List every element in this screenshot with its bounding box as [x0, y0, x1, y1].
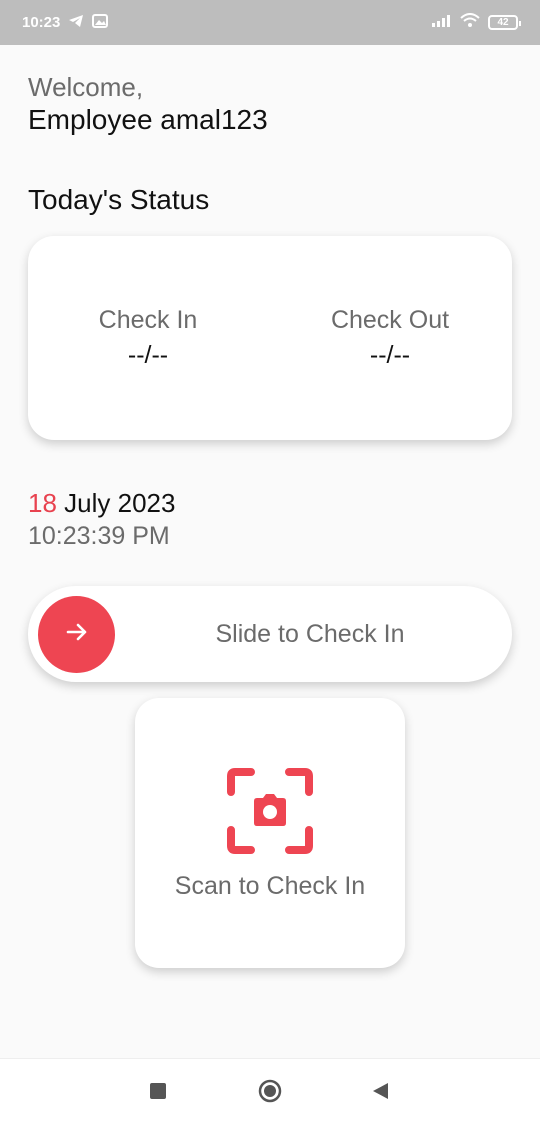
camera-scan-icon: [227, 768, 313, 854]
status-card: Check In --/-- Check Out --/--: [28, 236, 512, 440]
status-bar-left: 10:23: [22, 13, 109, 32]
check-in-column: Check In --/--: [48, 306, 248, 370]
system-nav-bar: [0, 1058, 540, 1123]
wifi-icon: [460, 13, 480, 32]
employee-name: Employee amal123: [28, 104, 268, 135]
date-month-year: July 2023: [56, 488, 176, 518]
slide-to-check-in[interactable]: Slide to Check In: [28, 586, 512, 682]
status-time: 10:23: [22, 14, 61, 31]
arrow-right-icon: [64, 619, 90, 650]
home-button[interactable]: [258, 1079, 282, 1103]
check-out-label: Check Out: [330, 306, 450, 334]
gallery-icon: [92, 13, 109, 32]
scan-to-check-in-button[interactable]: Scan to Check In: [135, 698, 405, 968]
signal-icon: [432, 14, 452, 32]
telegram-icon: [68, 14, 84, 32]
section-title-todays-status: Today's Status: [28, 184, 210, 215]
system-status-bar: 10:23 42: [0, 0, 540, 45]
battery-icon: 42: [488, 15, 521, 30]
slider-knob[interactable]: [38, 596, 115, 673]
check-out-value: --/--: [369, 341, 411, 369]
current-date: 18 July 2023: [28, 488, 175, 519]
back-button[interactable]: [368, 1079, 392, 1103]
welcome-text: Welcome,: [28, 72, 144, 102]
current-time: 10:23:39 PM: [28, 522, 170, 550]
recents-button[interactable]: [146, 1079, 170, 1103]
check-in-label: Check In: [98, 306, 198, 334]
status-bar-right: 42: [432, 13, 521, 32]
date-day: 18: [28, 488, 57, 518]
check-in-value: --/--: [127, 341, 169, 369]
check-out-column: Check Out --/--: [290, 306, 490, 370]
scan-label: Scan to Check In: [174, 872, 366, 900]
